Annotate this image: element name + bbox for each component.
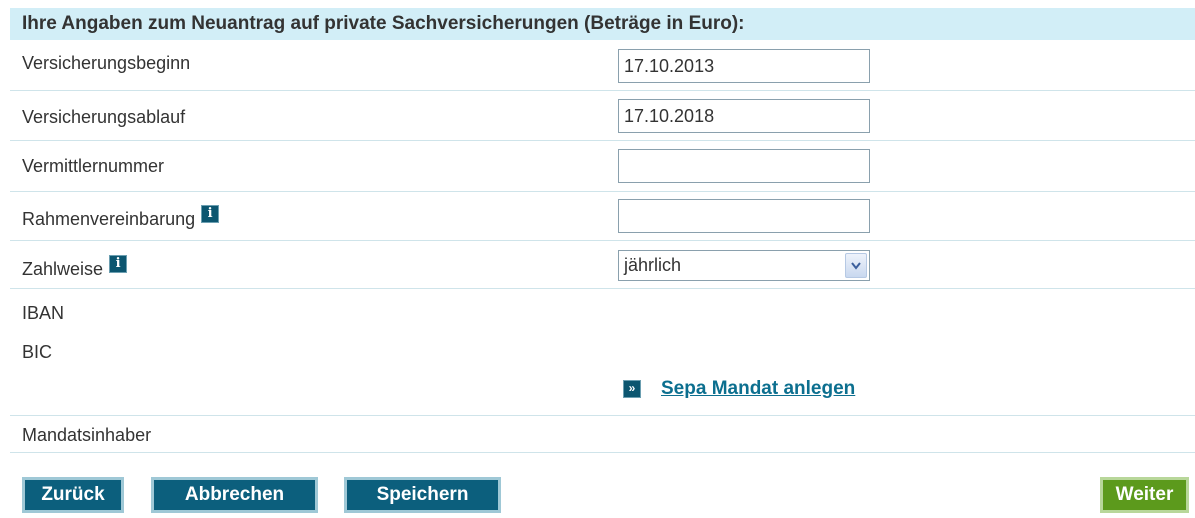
label-bic: BIC (22, 342, 53, 362)
label-zahlweise: Zahlweise i (22, 255, 128, 280)
row-mandatsinhaber: Mandatsinhaber (10, 416, 1195, 453)
versicherungsablauf-input[interactable] (618, 99, 870, 133)
row-sepa-mandat: » Sepa Mandat anlegen (10, 372, 1195, 416)
chevron-down-icon[interactable] (845, 253, 867, 278)
row-vermittlernummer: Vermittlernummer (10, 141, 1195, 192)
rahmenvereinbarung-input[interactable] (618, 199, 870, 233)
label-rahmenvereinbarung: Rahmenvereinbarung i (22, 205, 220, 230)
row-versicherungsbeginn: Versicherungsbeginn (10, 40, 1195, 91)
cancel-button[interactable]: Abbrechen (151, 477, 318, 513)
row-bic: BIC (10, 334, 1195, 372)
back-button[interactable]: Zurück (22, 477, 124, 513)
save-button[interactable]: Speichern (344, 477, 501, 513)
label-mandatsinhaber: Mandatsinhaber (22, 425, 152, 445)
sepa-mandat-label: Sepa Mandat anlegen (661, 378, 856, 399)
rahmenvereinbarung-info-icon[interactable]: i (201, 205, 220, 223)
row-versicherungsablauf: Versicherungsablauf (10, 91, 1195, 141)
form-header: Ihre Angaben zum Neuantrag auf private S… (10, 8, 1195, 40)
label-zahlweise-text: Zahlweise (22, 259, 104, 279)
zahlweise-select[interactable]: jährlich (618, 250, 870, 281)
label-versicherungsbeginn: Versicherungsbeginn (22, 53, 191, 73)
label-iban: IBAN (22, 303, 65, 323)
row-rahmenvereinbarung: Rahmenvereinbarung i (10, 192, 1195, 241)
label-rahmenvereinbarung-text: Rahmenvereinbarung (22, 209, 196, 229)
next-button[interactable]: Weiter (1100, 477, 1189, 513)
zahlweise-info-icon[interactable]: i (109, 255, 128, 273)
vermittlernummer-input[interactable] (618, 149, 870, 183)
double-chevron-right-icon: » (623, 380, 641, 398)
label-versicherungsablauf: Versicherungsablauf (22, 107, 186, 127)
label-vermittlernummer: Vermittlernummer (22, 156, 165, 176)
row-zahlweise: Zahlweise i jährlich (10, 241, 1195, 289)
zahlweise-selected-value: jährlich (624, 255, 682, 275)
insurance-application-form: Ihre Angaben zum Neuantrag auf private S… (10, 8, 1195, 453)
versicherungsbeginn-input[interactable] (618, 49, 870, 83)
row-iban: IBAN (10, 289, 1195, 334)
sepa-mandat-link[interactable]: » Sepa Mandat anlegen (623, 378, 855, 400)
